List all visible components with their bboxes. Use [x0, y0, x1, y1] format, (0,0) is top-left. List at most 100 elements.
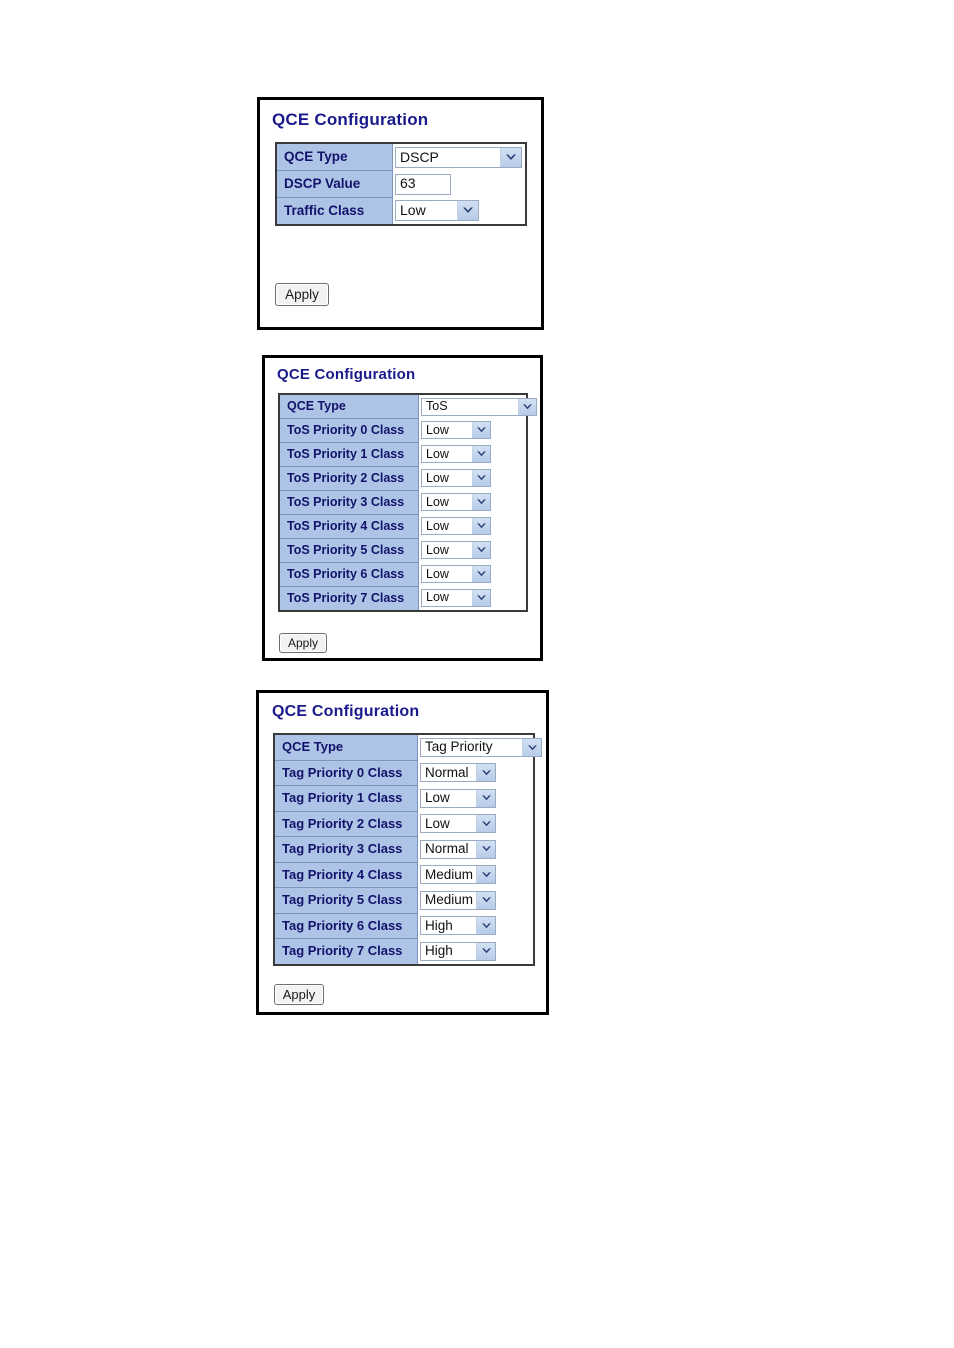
apply-button[interactable]: Apply [279, 633, 327, 653]
chevron-down-icon[interactable] [472, 446, 490, 463]
chevron-down-icon[interactable] [476, 942, 495, 960]
row-label-tos-priority-7: ToS Priority 7 Class [278, 586, 419, 612]
dscp-value-input[interactable]: 63 [395, 173, 451, 195]
row-value-tag-priority-4: Medium [417, 862, 534, 888]
tag-priority-1-class-select[interactable]: Low [420, 788, 496, 808]
table-body: QCE Type Tag Priority Tag Priority 0 Cla… [273, 733, 542, 965]
chevron-down-icon[interactable] [472, 494, 490, 511]
qce-config-table: QCE Type DSCP DSCP Value 63 Traffic Clas… [275, 142, 527, 226]
row-label-tag-priority-0: Tag Priority 0 Class [273, 759, 418, 786]
chevron-down-icon[interactable] [472, 518, 490, 535]
chevron-down-icon[interactable] [476, 891, 495, 909]
tos-priority-0-class-select[interactable]: Low [421, 421, 491, 440]
row-label-tos-priority-0: ToS Priority 0 Class [278, 418, 419, 443]
row-label-tag-priority-1: Tag Priority 1 Class [273, 785, 418, 812]
table-body: QCE Type ToS ToS Priority 0 Class Low To… [278, 393, 537, 612]
tag-priority-3-class-select[interactable]: Normal [420, 839, 496, 859]
qce-configuration-panel-dscp: QCE Configuration QCE Type DSCP DSCP Val… [257, 97, 544, 330]
row-value-tos-priority-1: Low [418, 442, 527, 467]
chevron-down-icon[interactable] [476, 764, 495, 782]
traffic-class-select-value: Low [400, 203, 426, 219]
row-value-qce-type: Tag Priority [417, 734, 542, 760]
apply-button[interactable]: Apply [274, 984, 324, 1005]
tos-priority-7-class-select[interactable]: Low [421, 589, 491, 608]
row-label-qce-type: QCE Type [275, 142, 393, 171]
table-row: Tag Priority 4 Class Medium [273, 861, 534, 888]
qce-type-select[interactable]: ToS [421, 397, 537, 416]
row-label-traffic-class: Traffic Class [275, 197, 393, 226]
tos-priority-4-class-select[interactable]: Low [421, 517, 491, 536]
table-row: ToS Priority 7 Class Low [278, 586, 527, 612]
tag-priority-2-class-select[interactable]: Low [420, 814, 496, 834]
chevron-down-icon[interactable] [476, 815, 495, 833]
row-label-qce-type: QCE Type [273, 733, 418, 761]
tos-priority-6-class-select[interactable]: Low [421, 565, 491, 584]
page-title: QCE Configuration [272, 703, 420, 720]
table-row: QCE Type Tag Priority [273, 733, 542, 761]
chevron-down-icon[interactable] [500, 147, 521, 167]
table-row: ToS Priority 1 Class Low [278, 442, 527, 467]
page-title: QCE Configuration [277, 366, 416, 383]
chevron-down-icon[interactable] [472, 566, 490, 583]
tag-priority-7-class-select[interactable]: High [420, 941, 496, 961]
table-row: ToS Priority 0 Class Low [278, 418, 527, 443]
chevron-down-icon[interactable] [518, 398, 536, 415]
tos-priority-2-class-select[interactable]: Low [421, 469, 491, 488]
row-label-qce-type: QCE Type [278, 393, 419, 419]
chevron-down-icon[interactable] [476, 866, 495, 884]
table-row: ToS Priority 6 Class Low [278, 562, 527, 587]
tos-priority-7-class-value: Low [426, 591, 449, 605]
row-value-tos-priority-2: Low [418, 466, 527, 491]
chevron-down-icon[interactable] [457, 201, 478, 221]
qce-type-select-value: Tag Priority [425, 740, 493, 755]
table-row: ToS Priority 3 Class Low [278, 490, 527, 515]
row-value-tos-priority-0: Low [418, 418, 527, 443]
table-row: Tag Priority 5 Class Medium [273, 887, 534, 914]
chevron-down-icon[interactable] [522, 739, 541, 756]
tag-priority-7-class-value: High [425, 943, 453, 958]
tos-priority-3-class-select[interactable]: Low [421, 493, 491, 512]
row-value-tag-priority-5: Medium [417, 887, 534, 913]
chevron-down-icon[interactable] [472, 422, 490, 439]
tag-priority-1-class-value: Low [425, 791, 450, 805]
panel-body: QCE Configuration QCE Type ToS ToS Prior… [265, 358, 540, 658]
row-value-dscp-value: 63 [392, 170, 526, 198]
row-value-tag-priority-3: Normal [417, 836, 534, 862]
table-row: Tag Priority 7 Class High [273, 938, 534, 965]
row-label-tag-priority-6: Tag Priority 6 Class [273, 912, 418, 939]
tag-priority-4-class-select[interactable]: Medium [420, 865, 496, 885]
tos-priority-5-class-select[interactable]: Low [421, 541, 491, 560]
tag-priority-5-class-value: Medium [425, 893, 474, 907]
tos-priority-1-class-select[interactable]: Low [421, 445, 491, 464]
qce-type-select[interactable]: Tag Priority [420, 738, 542, 757]
tag-priority-6-class-select[interactable]: High [420, 916, 496, 936]
tag-priority-0-class-select[interactable]: Normal [420, 763, 496, 783]
tos-priority-3-class-value: Low [426, 495, 449, 509]
chevron-down-icon[interactable] [472, 542, 490, 559]
tag-priority-0-class-value: Normal [425, 765, 469, 780]
row-label-tos-priority-6: ToS Priority 6 Class [278, 562, 419, 587]
table-row: QCE Type DSCP [275, 142, 526, 171]
table-row: ToS Priority 5 Class Low [278, 538, 527, 563]
apply-button[interactable]: Apply [275, 283, 329, 306]
row-value-tos-priority-7: Low [418, 586, 527, 611]
row-value-tag-priority-1: Low [417, 785, 534, 811]
table-row: DSCP Value 63 [275, 170, 526, 198]
row-value-tag-priority-0: Normal [417, 760, 534, 786]
chevron-down-icon[interactable] [472, 470, 490, 487]
chevron-down-icon[interactable] [476, 840, 495, 858]
traffic-class-select[interactable]: Low [395, 200, 479, 222]
tag-priority-5-class-select[interactable]: Medium [420, 890, 496, 910]
table-row: Traffic Class Low [275, 197, 526, 226]
qce-type-select[interactable]: DSCP [395, 146, 522, 168]
tos-priority-5-class-value: Low [426, 543, 449, 557]
row-label-tos-priority-3: ToS Priority 3 Class [278, 490, 419, 515]
qce-type-select-value: DSCP [400, 149, 439, 165]
row-value-tag-priority-6: High [417, 913, 534, 939]
chevron-down-icon[interactable] [476, 917, 495, 935]
row-value-qce-type: DSCP [392, 143, 526, 171]
tos-priority-4-class-value: Low [426, 519, 449, 533]
table-row: Tag Priority 1 Class Low [273, 785, 534, 812]
chevron-down-icon[interactable] [476, 789, 495, 807]
chevron-down-icon[interactable] [472, 590, 490, 607]
